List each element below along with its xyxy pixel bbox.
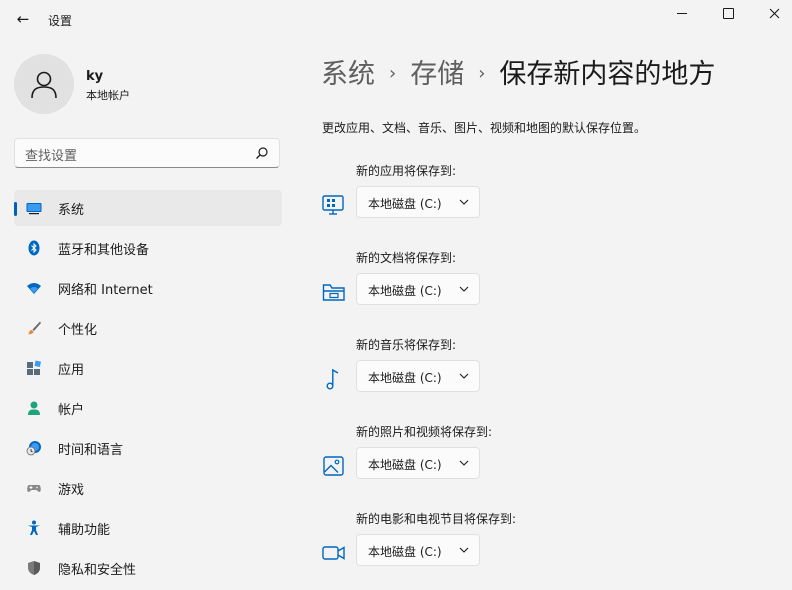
accessibility-icon xyxy=(28,520,40,535)
apps-icon xyxy=(27,360,42,375)
setting-apps-location: 新的应用将保存到: 本地磁盘 (C:) xyxy=(322,162,622,232)
photos-location-dropdown[interactable]: 本地磁盘 (C:) xyxy=(356,447,480,479)
music-location-dropdown[interactable]: 本地磁盘 (C:) xyxy=(356,360,480,392)
page-title: 保存新内容的地方 xyxy=(499,59,716,90)
chevron-down-icon xyxy=(459,199,469,205)
apps-save-icon xyxy=(322,195,344,215)
chevron-down-icon xyxy=(459,460,469,466)
sidebar-item-bluetooth[interactable]: 蓝牙和其他设备 xyxy=(14,230,282,266)
setting-label: 新的文档将保存到: xyxy=(356,251,457,265)
chevron-down-icon xyxy=(459,547,469,553)
sidebar-item-label: 隐私和安全性 xyxy=(58,562,137,578)
setting-documents-location: 新的文档将保存到: 本地磁盘 (C:) xyxy=(322,249,622,319)
wifi-icon xyxy=(27,283,41,294)
dropdown-value: 本地磁盘 (C:) xyxy=(368,545,442,559)
breadcrumb: 系统 › 存储 › 保存新内容的地方 xyxy=(321,52,715,91)
back-button[interactable]: ← xyxy=(12,8,34,30)
chevron-down-icon xyxy=(459,286,469,292)
chevron-down-icon xyxy=(459,373,469,379)
dropdown-value: 本地磁盘 (C:) xyxy=(368,197,442,211)
breadcrumb-separator: › xyxy=(389,63,397,84)
breadcrumb-storage[interactable]: 存储 xyxy=(410,59,464,90)
dropdown-value: 本地磁盘 (C:) xyxy=(368,284,442,298)
sidebar-item-accounts[interactable]: 帐户 xyxy=(14,390,282,426)
sidebar-item-personalization[interactable]: 个性化 xyxy=(14,310,282,346)
brush-icon xyxy=(28,321,41,335)
system-icon xyxy=(26,203,42,215)
sidebar-item-time-language[interactable]: 时间和语言 xyxy=(14,430,282,466)
apps-location-dropdown[interactable]: 本地磁盘 (C:) xyxy=(356,186,480,218)
search-input[interactable]: 查找设置 xyxy=(25,145,77,164)
sidebar-item-network[interactable]: 网络和 Internet xyxy=(14,270,282,306)
setting-movies-location: 新的电影和电视节目将保存到: 本地磁盘 (C:) xyxy=(322,510,622,580)
gamepad-icon xyxy=(27,485,41,492)
user-name: ky xyxy=(86,69,104,84)
dropdown-value: 本地磁盘 (C:) xyxy=(368,458,442,472)
account-icon xyxy=(28,401,40,415)
setting-label: 新的音乐将保存到: xyxy=(356,338,457,352)
sidebar-item-label: 网络和 Internet xyxy=(58,282,153,298)
setting-music-location: 新的音乐将保存到: 本地磁盘 (C:) xyxy=(322,336,622,406)
search-icon[interactable] xyxy=(255,146,269,160)
sidebar-item-label: 时间和语言 xyxy=(58,442,124,458)
close-icon xyxy=(769,8,779,18)
search-box[interactable]: 查找设置 xyxy=(14,138,280,168)
folder-icon xyxy=(322,284,345,301)
breadcrumb-separator: › xyxy=(478,63,486,84)
video-camera-icon xyxy=(322,546,345,560)
person-icon xyxy=(31,71,57,99)
title-bar: ← 设置 xyxy=(0,0,792,40)
setting-label: 新的应用将保存到: xyxy=(356,164,457,178)
app-title: 设置 xyxy=(48,14,73,28)
breadcrumb-system[interactable]: 系统 xyxy=(321,59,375,90)
dropdown-value: 本地磁盘 (C:) xyxy=(368,371,442,385)
sidebar-item-label: 游戏 xyxy=(58,482,85,498)
avatar[interactable] xyxy=(14,54,74,114)
bluetooth-icon xyxy=(28,240,40,256)
setting-photos-location: 新的照片和视频将保存到: 本地磁盘 (C:) xyxy=(322,423,622,493)
movies-location-dropdown[interactable]: 本地磁盘 (C:) xyxy=(356,534,480,566)
sidebar-item-system[interactable]: 系统 xyxy=(14,190,282,226)
sidebar-item-label: 帐户 xyxy=(58,402,85,418)
maximize-button[interactable] xyxy=(705,0,751,26)
sidebar-item-accessibility[interactable]: 辅助功能 xyxy=(14,510,282,546)
maximize-icon xyxy=(722,7,734,19)
close-button[interactable] xyxy=(751,0,792,26)
sidebar-nav: 系统 蓝牙和其他设备 网络和 Internet 个性化 应用 帐户 时间和语言 … xyxy=(14,190,282,590)
sidebar-item-label: 个性化 xyxy=(58,322,98,338)
setting-label: 新的照片和视频将保存到: xyxy=(356,425,493,439)
time-language-icon xyxy=(26,441,41,456)
minimize-icon xyxy=(677,12,687,14)
sidebar-item-gaming[interactable]: 游戏 xyxy=(14,470,282,506)
sidebar-item-label: 应用 xyxy=(58,362,85,378)
sidebar-item-label: 系统 xyxy=(58,202,85,218)
photo-icon xyxy=(323,456,344,476)
shield-icon xyxy=(28,561,40,575)
setting-label: 新的电影和电视节目将保存到: xyxy=(356,512,517,526)
page-description: 更改应用、文档、音乐、图片、视频和地图的默认保存位置。 xyxy=(322,121,647,135)
sidebar-item-label: 辅助功能 xyxy=(58,522,111,538)
music-note-icon xyxy=(326,368,339,390)
sidebar-item-label: 蓝牙和其他设备 xyxy=(58,242,150,258)
sidebar-item-privacy[interactable]: 隐私和安全性 xyxy=(14,550,282,586)
minimize-button[interactable] xyxy=(659,0,705,26)
documents-location-dropdown[interactable]: 本地磁盘 (C:) xyxy=(356,273,480,305)
user-account-type: 本地帐户 xyxy=(86,89,130,102)
sidebar-item-apps[interactable]: 应用 xyxy=(14,350,282,386)
